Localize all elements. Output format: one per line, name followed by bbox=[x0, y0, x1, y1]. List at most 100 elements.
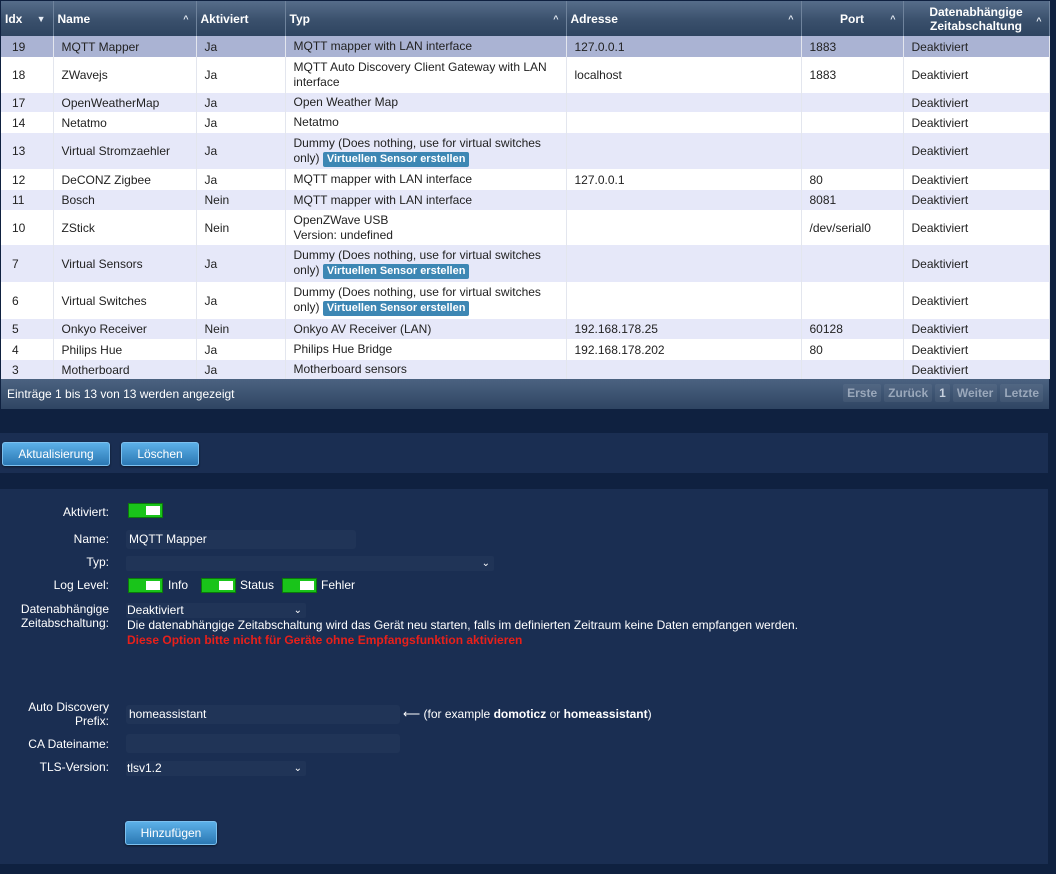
cell-name: Bosch bbox=[53, 190, 197, 210]
col-name-header[interactable]: Name ^ bbox=[53, 1, 197, 36]
cell-timeout: Deaktiviert bbox=[903, 245, 1050, 282]
cell-name: Philips Hue bbox=[53, 339, 197, 360]
type-text-line2: only) bbox=[293, 150, 320, 165]
chevron-down-icon: ⌄ bbox=[293, 763, 302, 774]
ca-label: CA Dateiname: bbox=[28, 737, 109, 751]
cell-port: 80 bbox=[801, 169, 904, 190]
tls-select[interactable]: tlsv1.2 ⌄ bbox=[126, 761, 306, 776]
col-type-header[interactable]: Typ ^ bbox=[285, 1, 567, 36]
type-text: Motherboard sensors bbox=[293, 362, 407, 376]
table-row[interactable]: 12 DeCONZ Zigbee Ja MQTT mapper with LAN in… bbox=[1, 169, 1050, 190]
create-virtual-sensor-button[interactable]: Virtuellen Sensor erstellen bbox=[322, 264, 470, 279]
cell-idx: 18 bbox=[1, 57, 54, 93]
cell-port bbox=[801, 133, 904, 169]
cell-port bbox=[801, 360, 904, 379]
col-idx-header[interactable]: Idx ▼ bbox=[1, 1, 54, 36]
name-input[interactable]: MQTT Mapper bbox=[126, 530, 356, 549]
cell-idx: 4 bbox=[1, 339, 54, 360]
table-row[interactable]: 17 OpenWeatherMap Ja Open Weather Map Deakti… bbox=[1, 93, 1050, 112]
delete-button[interactable]: Löschen bbox=[121, 442, 199, 466]
table-row[interactable]: 7 Virtual Sensors Ja Dummy (Does nothing, u… bbox=[1, 245, 1050, 282]
cell-address bbox=[566, 210, 802, 245]
table-row[interactable]: 14 Netatmo Ja Netatmo Deaktiviert bbox=[1, 112, 1050, 133]
type-label: Typ: bbox=[86, 555, 109, 569]
pager-next-button[interactable]: Weiter bbox=[952, 384, 998, 402]
prefix-input[interactable]: homeassistant bbox=[126, 705, 400, 724]
hardware-table: Idx ▼ Name ^ Aktiviert Typ ^ Adresse ^ Port ^… bbox=[1, 1, 1050, 379]
col-port-header[interactable]: Port ^ bbox=[801, 1, 904, 36]
cell-idx: 13 bbox=[1, 133, 54, 169]
pager-page-1[interactable]: 1 bbox=[935, 384, 950, 402]
log-error-label: Fehler bbox=[321, 578, 356, 592]
timeout-warning: Diese Option bitte nicht für Geräte ohne… bbox=[127, 633, 523, 647]
table-row[interactable]: 5 Onkyo Receiver Nein Onkyo AV Receiver (LA… bbox=[1, 319, 1050, 339]
type-text: Open Weather Map bbox=[293, 95, 399, 109]
table-row[interactable]: 18 ZWavejs Ja MQTT Auto Discovery Client Ga… bbox=[1, 57, 1050, 93]
cell-type: Philips Hue Bridge bbox=[285, 339, 567, 360]
cell-address bbox=[566, 245, 802, 282]
type-text-line2: Version: undefined bbox=[293, 227, 393, 242]
cell-name: Netatmo bbox=[53, 112, 197, 133]
prefix-label: Auto Discovery Prefix: bbox=[28, 700, 109, 728]
table-row[interactable]: 19 MQTT Mapper Ja MQTT mapper with LAN inte… bbox=[1, 36, 1050, 57]
sort-desc-icon: ▼ bbox=[36, 14, 46, 24]
tls-label: TLS-Version: bbox=[39, 760, 109, 774]
cell-port bbox=[801, 93, 904, 112]
table-row[interactable]: 13 Virtual Stromzaehler Ja Dummy (Does noth… bbox=[1, 133, 1050, 169]
cell-timeout: Deaktiviert bbox=[903, 190, 1050, 210]
cell-timeout: Deaktiviert bbox=[903, 339, 1050, 360]
col-address-header[interactable]: Adresse ^ bbox=[566, 1, 802, 36]
type-text: Dummy (Does nothing, use for virtual swi… bbox=[293, 285, 541, 299]
table-row[interactable]: 3 Motherboard Ja Motherboard sensors Deaktiv… bbox=[1, 360, 1050, 379]
cell-enabled: Nein bbox=[196, 319, 286, 339]
log-status-toggle[interactable] bbox=[201, 578, 236, 593]
type-text: MQTT mapper with LAN interface bbox=[293, 39, 473, 53]
create-virtual-sensor-button[interactable]: Virtuellen Sensor erstellen bbox=[322, 151, 470, 167]
cell-name: Virtual Stromzaehler bbox=[53, 133, 197, 169]
ca-input[interactable] bbox=[126, 734, 400, 753]
log-error-toggle[interactable] bbox=[282, 578, 317, 593]
action-bar: Aktualisierung Löschen bbox=[0, 433, 1048, 473]
log-info-toggle[interactable] bbox=[128, 578, 163, 593]
hardware-table-container: Idx ▼ Name ^ Aktiviert Typ ^ Adresse ^ Port ^… bbox=[1, 1, 1050, 409]
type-text: Dummy (Does nothing, use for virtual swi… bbox=[293, 248, 541, 262]
update-button[interactable]: Aktualisierung bbox=[2, 442, 110, 466]
cell-address bbox=[566, 112, 802, 133]
table-row[interactable]: 6 Virtual Switches Ja Dummy (Does nothing, … bbox=[1, 282, 1050, 319]
type-text: Philips Hue Bridge bbox=[293, 342, 393, 356]
sort-icon: ^ bbox=[553, 14, 559, 24]
table-row[interactable]: 4 Philips Hue Ja Philips Hue Bridge 192.168.… bbox=[1, 339, 1050, 360]
pager-last-button[interactable]: Letzte bbox=[1000, 384, 1043, 402]
pager-first-button[interactable]: Erste bbox=[843, 384, 882, 402]
timeout-select[interactable]: Deaktiviert ⌄ bbox=[126, 603, 306, 618]
cell-name: Motherboard bbox=[53, 360, 197, 379]
cell-type: Dummy (Does nothing, use for virtual swi… bbox=[285, 245, 567, 282]
cell-idx: 19 bbox=[1, 36, 54, 57]
cell-type: OpenZWave USB Version: undefined bbox=[285, 210, 567, 245]
enabled-toggle[interactable] bbox=[128, 503, 163, 518]
pager-prev-button[interactable]: Zurück bbox=[884, 384, 933, 402]
col-timeout-header[interactable]: Datenabhängige Zeitabschaltung ^ bbox=[903, 1, 1050, 36]
type-select[interactable]: ⌄ bbox=[126, 556, 494, 571]
table-row[interactable]: 10 ZStick Nein OpenZWave USB Version: undefi… bbox=[1, 210, 1050, 245]
cell-enabled: Ja bbox=[196, 360, 286, 379]
type-text: Dummy (Does nothing, use for virtual swi… bbox=[293, 135, 541, 150]
cell-type: Netatmo bbox=[285, 112, 567, 133]
cell-timeout: Deaktiviert bbox=[903, 319, 1050, 339]
col-enabled-header[interactable]: Aktiviert bbox=[196, 1, 286, 36]
cell-timeout: Deaktiviert bbox=[903, 93, 1050, 112]
add-button[interactable]: Hinzufügen bbox=[125, 821, 217, 845]
cell-port: 80 bbox=[801, 339, 904, 360]
create-virtual-sensor-button[interactable]: Virtuellen Sensor erstellen bbox=[322, 301, 470, 316]
cell-name: ZWavejs bbox=[53, 57, 197, 93]
cell-idx: 12 bbox=[1, 169, 54, 190]
cell-type: MQTT mapper with LAN interface bbox=[285, 36, 567, 57]
cell-port bbox=[801, 112, 904, 133]
pagination: Erste Zurück 1 Weiter Letzte bbox=[840, 384, 1043, 402]
cell-port: 1883 bbox=[801, 36, 904, 57]
cell-address: localhost bbox=[566, 57, 802, 93]
timeout-label: Datenabhängige Zeitabschaltung: bbox=[20, 602, 109, 630]
table-row[interactable]: 11 Bosch Nein MQTT mapper with LAN interfac… bbox=[1, 190, 1050, 210]
cell-timeout: Deaktiviert bbox=[903, 133, 1050, 169]
cell-address bbox=[566, 93, 802, 112]
